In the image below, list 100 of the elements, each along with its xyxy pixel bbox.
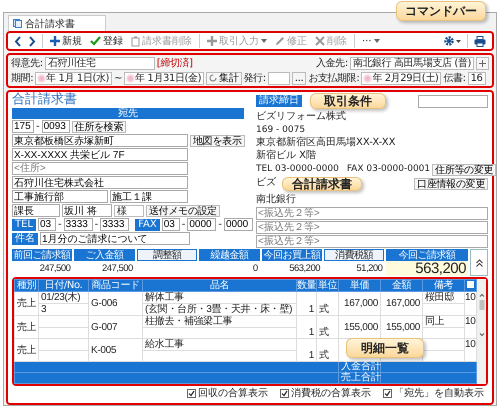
account-name: ビズ [256, 177, 276, 189]
checkbox[interactable] [280, 388, 289, 398]
tab-label: 合計請求書 [25, 18, 75, 30]
table-cell: 01/23(木) [38, 292, 88, 304]
zip-code: 169 - 0075 [256, 124, 306, 136]
tel-field[interactable]: 3333 [100, 218, 130, 231]
transfer-field[interactable]: <振込先２等> [256, 207, 488, 220]
scroll-thumb[interactable] [478, 300, 484, 310]
bank-name: 南北銀行 [256, 194, 296, 206]
name-field[interactable]: 坂川 将 [62, 204, 112, 217]
tel-label: TEL [12, 218, 36, 230]
customer-dropdown[interactable]: 石狩川住宅 [44, 56, 155, 70]
company-name: ビズリフォーム株式 [256, 111, 346, 123]
summary-header: 前回ご請求額 [12, 249, 72, 261]
table-cell: G-006 [88, 292, 142, 316]
checkbox[interactable] [383, 388, 392, 398]
company-field[interactable]: 石狩川住宅株式会社 [12, 176, 188, 189]
summary-header: ご入金額 [74, 249, 135, 261]
table-cell: 売上 [14, 292, 38, 316]
dash-separator: - [182, 219, 186, 230]
fax-field[interactable]: 0000 [187, 218, 216, 231]
tel-field[interactable]: 3333 [64, 218, 93, 231]
total-label: 入金合計 [338, 362, 380, 372]
address-field[interactable]: 東京都板橋区赤塚新町 [12, 134, 188, 147]
checkbox[interactable] [187, 388, 196, 398]
section-field[interactable]: 施工１課 [110, 190, 188, 203]
table-cell: 167,000 [380, 292, 422, 316]
table-cell: G-007 [88, 316, 142, 338]
address-field[interactable]: <住所> [12, 162, 188, 175]
honorific-dropdown[interactable]: 様 [114, 204, 144, 216]
summary-header: 調整額 [136, 249, 198, 261]
fax-number: FAX 03-0000-0001 [346, 163, 430, 175]
clipboard-icon [131, 36, 140, 46]
account-change-button[interactable]: 口座情報の変更 [414, 178, 488, 190]
map-button[interactable]: 地図を表示 [190, 134, 245, 146]
bank-dropdown[interactable]: 南北銀行 高田馬場支店 (普) [350, 56, 474, 70]
toolbar-button[interactable]: 新規 [47, 34, 85, 48]
company-address: 東京都新宿区高田馬場XX-X-XX [256, 137, 396, 149]
address-search-button[interactable]: 住所を検索 [72, 120, 126, 132]
plus-icon [479, 60, 486, 66]
checkbox-label: 消費税の合算表示 [291, 386, 371, 400]
table-cell: 同上 [422, 316, 464, 328]
issue-label: 発行: [244, 72, 266, 85]
summary-header: 繰越金額 [199, 249, 260, 261]
checkbox-label: 「宛先」を自動表示 [394, 386, 484, 400]
print-button[interactable] [472, 36, 488, 46]
column-header: 数量 [296, 280, 316, 292]
building-name: 新宿ビル X階 [256, 150, 316, 162]
summary-header: 今回お買上額 [262, 249, 322, 261]
due-date-dropdown[interactable]: 年 2月29日(土) [361, 72, 442, 84]
fax-field[interactable]: 0000 [224, 218, 253, 231]
table-cell [38, 338, 88, 350]
toolbar-button[interactable]: 登録 [87, 34, 126, 48]
callout: 明細一覧 [346, 338, 424, 358]
table-cell: 柱撤去・補強梁工事 [142, 316, 296, 328]
scroll-down-icon [478, 333, 484, 337]
table-cell: (玄関・台所・3畳・天井・床・壁) [142, 304, 296, 316]
date-dropdown[interactable]: 年 1月31日(金) [124, 72, 204, 84]
column-header: 日付/No. [38, 280, 88, 292]
date-dropdown[interactable]: 年 1月 1日(水) [35, 72, 112, 84]
table-cell: 式 [316, 316, 338, 338]
zip-field[interactable]: 175 [12, 120, 34, 133]
department-field[interactable]: 工事施行部 [12, 190, 108, 203]
status-label: [締切済] [156, 56, 193, 70]
scrollbar[interactable] [477, 279, 486, 384]
toolbar-button[interactable]: ··· [359, 36, 383, 46]
address-change-button[interactable]: 住所等の変更 [432, 164, 496, 176]
tally-button[interactable]: 集計 [206, 72, 242, 84]
invoice-title: 合計請求書 [12, 92, 78, 107]
checkbox-icon [467, 281, 474, 288]
slips-field[interactable]: 16 [468, 72, 486, 84]
table-cell: 売上 [14, 316, 38, 338]
tel-field[interactable]: 03 [38, 218, 56, 231]
memo-button[interactable]: 送付メモの設定 [146, 204, 220, 216]
document-tab[interactable]: 合計請求書 [8, 15, 106, 31]
zip-field[interactable]: 0093 [42, 120, 70, 133]
transfer-field[interactable]: <振込先２等> [256, 235, 488, 248]
position-field[interactable]: 課長 [12, 204, 60, 217]
summary-header: 今回ご請求額 [386, 249, 468, 261]
range-separator: ~ [114, 72, 122, 84]
refresh-icon [209, 74, 218, 82]
plus-icon [50, 36, 60, 46]
collapse-button[interactable] [470, 249, 488, 276]
closing-date-field[interactable] [418, 94, 488, 108]
column-header: 備考 [422, 280, 464, 292]
bank-label: 入金先: [316, 56, 348, 70]
caret-icon [374, 39, 380, 43]
more-button[interactable]: ... [292, 72, 306, 84]
callout: 合計請求書 [282, 177, 362, 191]
checkbox-label: 回収の合算表示 [198, 386, 268, 400]
subject-label: 件名 [12, 232, 38, 244]
pencil-icon [275, 36, 285, 46]
address-field[interactable]: X-XX-XXXX 共栄ビル 7F [12, 148, 188, 161]
tel-number: TEL 03-0000-0000 [256, 163, 339, 175]
cross-icon [315, 36, 325, 46]
subject-field[interactable]: 1月分のご請求について [40, 232, 190, 245]
fax-field[interactable]: 03 [162, 218, 180, 231]
transfer-field[interactable]: <振込先２等> [256, 221, 488, 234]
add-button[interactable] [476, 56, 489, 70]
document-icon [13, 19, 22, 28]
